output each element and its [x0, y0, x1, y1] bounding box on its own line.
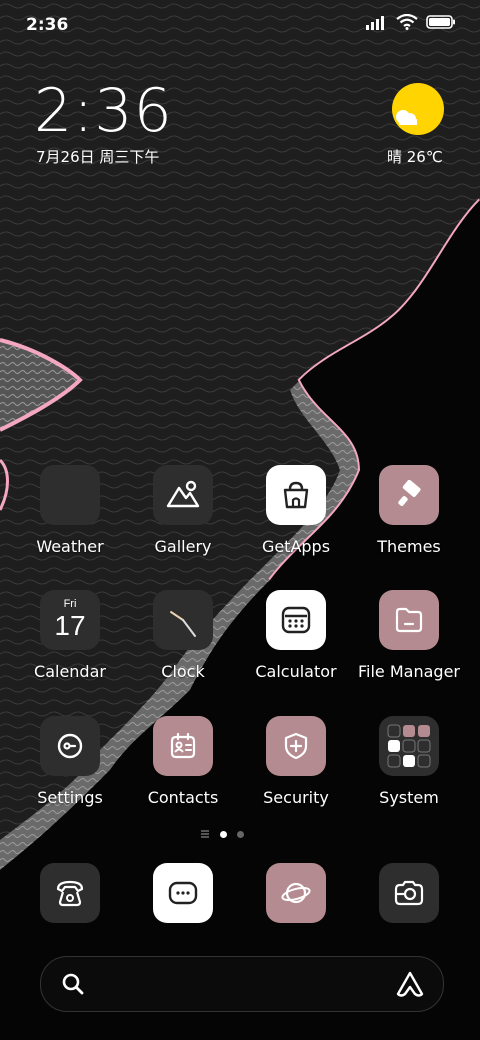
- status-icons: [366, 14, 456, 30]
- search-bar[interactable]: [40, 956, 444, 1012]
- gallery-icon: [153, 465, 213, 525]
- calendar-icon: Fri 17: [40, 590, 100, 650]
- getapps-icon: [266, 465, 326, 525]
- folder-system[interactable]: System: [354, 716, 464, 807]
- app-themes[interactable]: Themes: [354, 465, 464, 556]
- app-label: Calculator: [255, 662, 337, 681]
- app-label: Gallery: [154, 537, 212, 556]
- app-label: Clock: [161, 662, 205, 681]
- contacts-icon: [153, 716, 213, 776]
- sun-cloud-icon: [391, 82, 445, 136]
- clock-icon: [153, 590, 213, 650]
- battery-icon: [426, 15, 455, 29]
- app-file-manager[interactable]: File Manager: [354, 590, 464, 681]
- clock-widget-time[interactable]: 2:36: [34, 76, 173, 146]
- calendar-day: Fri: [63, 598, 77, 610]
- app-settings[interactable]: Settings: [15, 716, 125, 807]
- page-list-icon: [201, 830, 209, 838]
- app-calendar[interactable]: Fri 17 Calendar: [15, 590, 125, 681]
- app-label: Calendar: [34, 662, 106, 681]
- signal-icon: [366, 16, 384, 30]
- system-folder-icon: [379, 716, 439, 776]
- weather-widget[interactable]: 晴 26℃: [385, 82, 449, 172]
- messages-icon[interactable]: [153, 863, 213, 923]
- calendar-date: 17: [54, 610, 86, 641]
- search-icon: [62, 973, 84, 995]
- status-bar: 2:36: [0, 0, 480, 50]
- assistant-icon[interactable]: [395, 970, 425, 998]
- status-time: 2:36: [26, 15, 69, 35]
- calculator-icon: [266, 590, 326, 650]
- app-label: GetApps: [261, 537, 331, 556]
- themes-icon: [379, 465, 439, 525]
- app-label: Weather: [36, 537, 104, 556]
- page-dot: [237, 830, 244, 838]
- phone-icon[interactable]: [40, 863, 100, 923]
- weather-text: 晴 26℃: [387, 148, 443, 166]
- app-label: System: [379, 788, 439, 807]
- app-contacts[interactable]: Contacts: [128, 716, 238, 807]
- file-manager-icon: [379, 590, 439, 650]
- app-calculator[interactable]: Calculator: [241, 590, 351, 681]
- app-label: Security: [263, 788, 329, 807]
- app-getapps[interactable]: GetApps: [241, 465, 351, 556]
- wifi-icon: [396, 14, 418, 30]
- browser-icon[interactable]: [266, 863, 326, 923]
- app-label: File Manager: [358, 662, 460, 681]
- app-clock[interactable]: Clock: [128, 590, 238, 681]
- settings-icon: [40, 716, 100, 776]
- clock-widget-date: 7月26日 周三下午: [36, 148, 160, 166]
- app-label: Settings: [37, 788, 103, 807]
- app-gallery[interactable]: Gallery: [128, 465, 238, 556]
- app-weather[interactable]: Weather: [15, 465, 125, 556]
- page-dot-active: [220, 830, 227, 838]
- security-icon: [266, 716, 326, 776]
- camera-icon[interactable]: [379, 863, 439, 923]
- app-label: Themes: [377, 537, 441, 556]
- app-label: Contacts: [147, 788, 219, 807]
- app-security[interactable]: Security: [241, 716, 351, 807]
- page-indicator[interactable]: [200, 829, 244, 839]
- weather-icon: [40, 465, 100, 525]
